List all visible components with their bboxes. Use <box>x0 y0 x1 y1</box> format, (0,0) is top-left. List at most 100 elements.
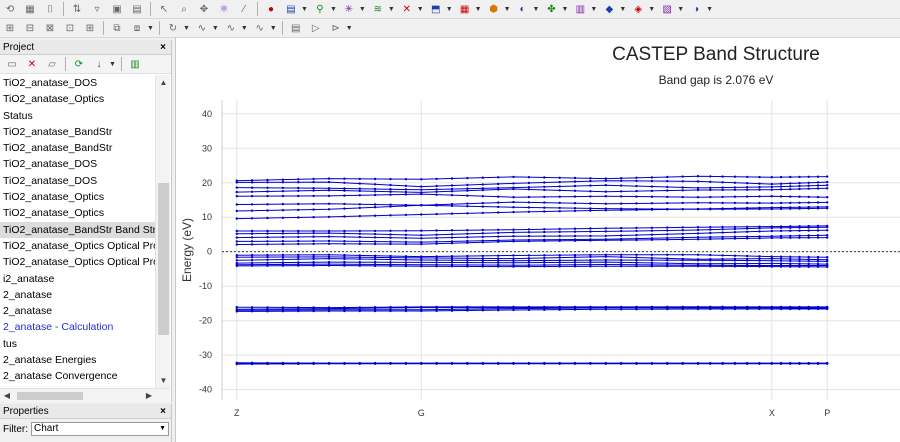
refresh-icon[interactable]: ⟳ <box>71 57 87 71</box>
tree-item[interactable]: tus <box>0 336 155 352</box>
tree-item[interactable]: 2_anatase Convergence <box>0 368 155 384</box>
gulp-icon[interactable]: ✳ <box>341 2 357 16</box>
tree-item[interactable]: Status <box>0 108 155 124</box>
tree-item[interactable]: i2_anatase <box>0 271 155 287</box>
horizontal-scroll-thumb[interactable] <box>17 392 83 400</box>
grid-icon[interactable]: ▦ <box>22 2 38 16</box>
dropdown-arrow-icon[interactable]: ▼ <box>183 25 190 32</box>
scroll-left-icon[interactable]: ◀ <box>0 389 14 403</box>
tree-item[interactable]: TiO2_anatase_DOS <box>0 173 155 189</box>
grid-c-icon[interactable]: ⊠ <box>42 21 58 35</box>
grid-a-icon[interactable]: ⊞ <box>2 21 18 35</box>
dropdown-arrow-icon[interactable]: ▼ <box>330 6 337 13</box>
move-icon[interactable]: ✥ <box>196 2 212 16</box>
new-document-icon[interactable]: ▭ <box>4 57 20 71</box>
tree-item[interactable]: TiO2_anatase_BandStr Band Stru <box>0 221 155 238</box>
polymorph-icon[interactable]: ▥ <box>572 2 588 16</box>
library-icon[interactable]: ▥ <box>127 57 143 71</box>
project-close-icon[interactable]: × <box>160 42 166 53</box>
dropdown-arrow-icon[interactable]: ▼ <box>270 25 277 32</box>
dropdown-arrow-icon[interactable]: ▼ <box>417 6 424 13</box>
mesocite-icon[interactable]: ✕ <box>399 2 415 16</box>
delete-icon[interactable]: ✕ <box>24 57 40 71</box>
dropdown-arrow-icon[interactable]: ▼ <box>648 6 655 13</box>
equilibria-icon[interactable]: ◑ <box>688 2 704 16</box>
tree-item[interactable]: 2_anatase <box>0 287 155 303</box>
dropdown-arrow-icon[interactable]: ▼ <box>241 25 248 32</box>
dropdown-arrow-icon[interactable]: ▼ <box>212 25 219 32</box>
curve-b-icon[interactable]: ∿ <box>223 21 239 35</box>
dropdown-arrow-icon[interactable]: ▼ <box>590 6 597 13</box>
tree-item[interactable]: 2_anatase <box>0 303 155 319</box>
bracket-icon[interactable]: ⌷ <box>42 2 58 16</box>
tree-item[interactable]: TiO2_anatase_Optics <box>0 91 155 107</box>
sorption-icon[interactable]: ▦ <box>457 2 473 16</box>
filter-select[interactable]: Chart ▼ <box>31 422 169 436</box>
tree-item[interactable]: TiO2_anatase_DOS <box>0 156 155 172</box>
dropdown-arrow-icon[interactable]: ▼ <box>301 6 308 13</box>
dropdown-arrow-icon[interactable]: ▼ <box>446 6 453 13</box>
window-icon-2[interactable]: ▤ <box>129 2 145 16</box>
project-vertical-scrollbar[interactable]: ▲ ▼ <box>155 75 170 388</box>
dropdown-arrow-icon[interactable]: ▼ <box>706 6 713 13</box>
dropdown-arrow-icon[interactable]: ▼ <box>677 6 684 13</box>
curve-c-icon[interactable]: ∿ <box>252 21 268 35</box>
qsar-icon[interactable]: ▧ <box>659 2 675 16</box>
dropdown-arrow-icon[interactable]: ▼ <box>147 25 154 32</box>
grid-d-icon[interactable]: ⊡ <box>62 21 78 35</box>
chevron-down-icon[interactable]: ▼ <box>159 423 166 435</box>
amorphous-icon[interactable]: ⬒ <box>428 2 444 16</box>
sort-dropdown-icon[interactable]: ▼ <box>109 61 116 68</box>
grid-b-icon[interactable]: ⊟ <box>22 21 38 35</box>
morphology-icon[interactable]: ✤ <box>543 2 559 16</box>
window-icon[interactable]: ▣ <box>109 2 125 16</box>
grid-e-icon[interactable]: ⊞ <box>82 21 98 35</box>
funnel-icon[interactable]: ▿ <box>89 2 105 16</box>
tree-item[interactable]: 2_anatase Energies <box>0 352 155 368</box>
step-icon[interactable]: ⊳ <box>328 21 344 35</box>
play-icon[interactable]: ▷ <box>308 21 324 35</box>
dropdown-arrow-icon[interactable]: ▼ <box>359 6 366 13</box>
tree-item[interactable]: TiO2_anatase_BandStr <box>0 124 155 140</box>
scroll-down-icon[interactable]: ▼ <box>156 373 171 388</box>
refresh-icon[interactable]: ⟲ <box>2 2 18 16</box>
record-icon[interactable]: ● <box>263 2 279 16</box>
tree-item[interactable]: TiO2_anatase_Optics <box>0 189 155 205</box>
tree-item[interactable]: TiO2_anatase_BandStr <box>0 140 155 156</box>
blends-icon[interactable]: ◈ <box>630 2 646 16</box>
reflex-icon[interactable]: ◐ <box>515 2 531 16</box>
castep-icon[interactable]: ▤ <box>283 2 299 16</box>
bond-icon[interactable]: ⁄ <box>236 2 252 16</box>
chart-document[interactable]: CASTEP Band Structure Band gap is 2.076 e… <box>175 38 900 442</box>
forcite-icon[interactable]: ≋ <box>370 2 386 16</box>
select-icon[interactable]: ↖ <box>156 2 172 16</box>
tree-item[interactable]: TiO2_anatase_Optics <box>0 205 155 221</box>
sort-icon[interactable]: ⇅ <box>69 2 85 16</box>
conformers-icon[interactable]: ⬢ <box>486 2 502 16</box>
scroll-right-icon[interactable]: ▶ <box>142 389 156 403</box>
doc-icon[interactable]: ▤ <box>288 21 304 35</box>
dropdown-arrow-icon[interactable]: ▼ <box>504 6 511 13</box>
scroll-up-icon[interactable]: ▲ <box>156 75 171 90</box>
properties-close-icon[interactable]: × <box>160 406 166 417</box>
dropdown-arrow-icon[interactable]: ▼ <box>475 6 482 13</box>
dropdown-arrow-icon[interactable]: ▼ <box>346 25 353 32</box>
dropdown-arrow-icon[interactable]: ▼ <box>561 6 568 13</box>
curve-a-icon[interactable]: ∿ <box>194 21 210 35</box>
sort-az-icon[interactable]: ↓ <box>91 57 107 71</box>
tree-item[interactable]: 2_anatase - Calculation <box>0 319 155 335</box>
tree-item[interactable]: TiO2_anatase_Optics Optical Pro <box>0 254 155 270</box>
open-document-icon[interactable]: ▱ <box>44 57 60 71</box>
format-icon[interactable]: ⧈ <box>129 21 145 35</box>
dpd-icon[interactable]: ◆ <box>601 2 617 16</box>
dropdown-arrow-icon[interactable]: ▼ <box>388 6 395 13</box>
vertical-scroll-thumb[interactable] <box>158 183 169 335</box>
atom-icon[interactable]: ⚛ <box>216 2 232 16</box>
zoom-icon[interactable]: ⌕ <box>176 2 192 16</box>
dropdown-arrow-icon[interactable]: ▼ <box>533 6 540 13</box>
band-structure-chart[interactable]: CASTEP Band Structure Band gap is 2.076 e… <box>176 38 900 442</box>
project-horizontal-scrollbar[interactable]: ◀ ▶ <box>0 388 170 402</box>
rotate-icon[interactable]: ↻ <box>165 21 181 35</box>
layer-icon[interactable]: ⧉ <box>109 21 125 35</box>
dropdown-arrow-icon[interactable]: ▼ <box>619 6 626 13</box>
